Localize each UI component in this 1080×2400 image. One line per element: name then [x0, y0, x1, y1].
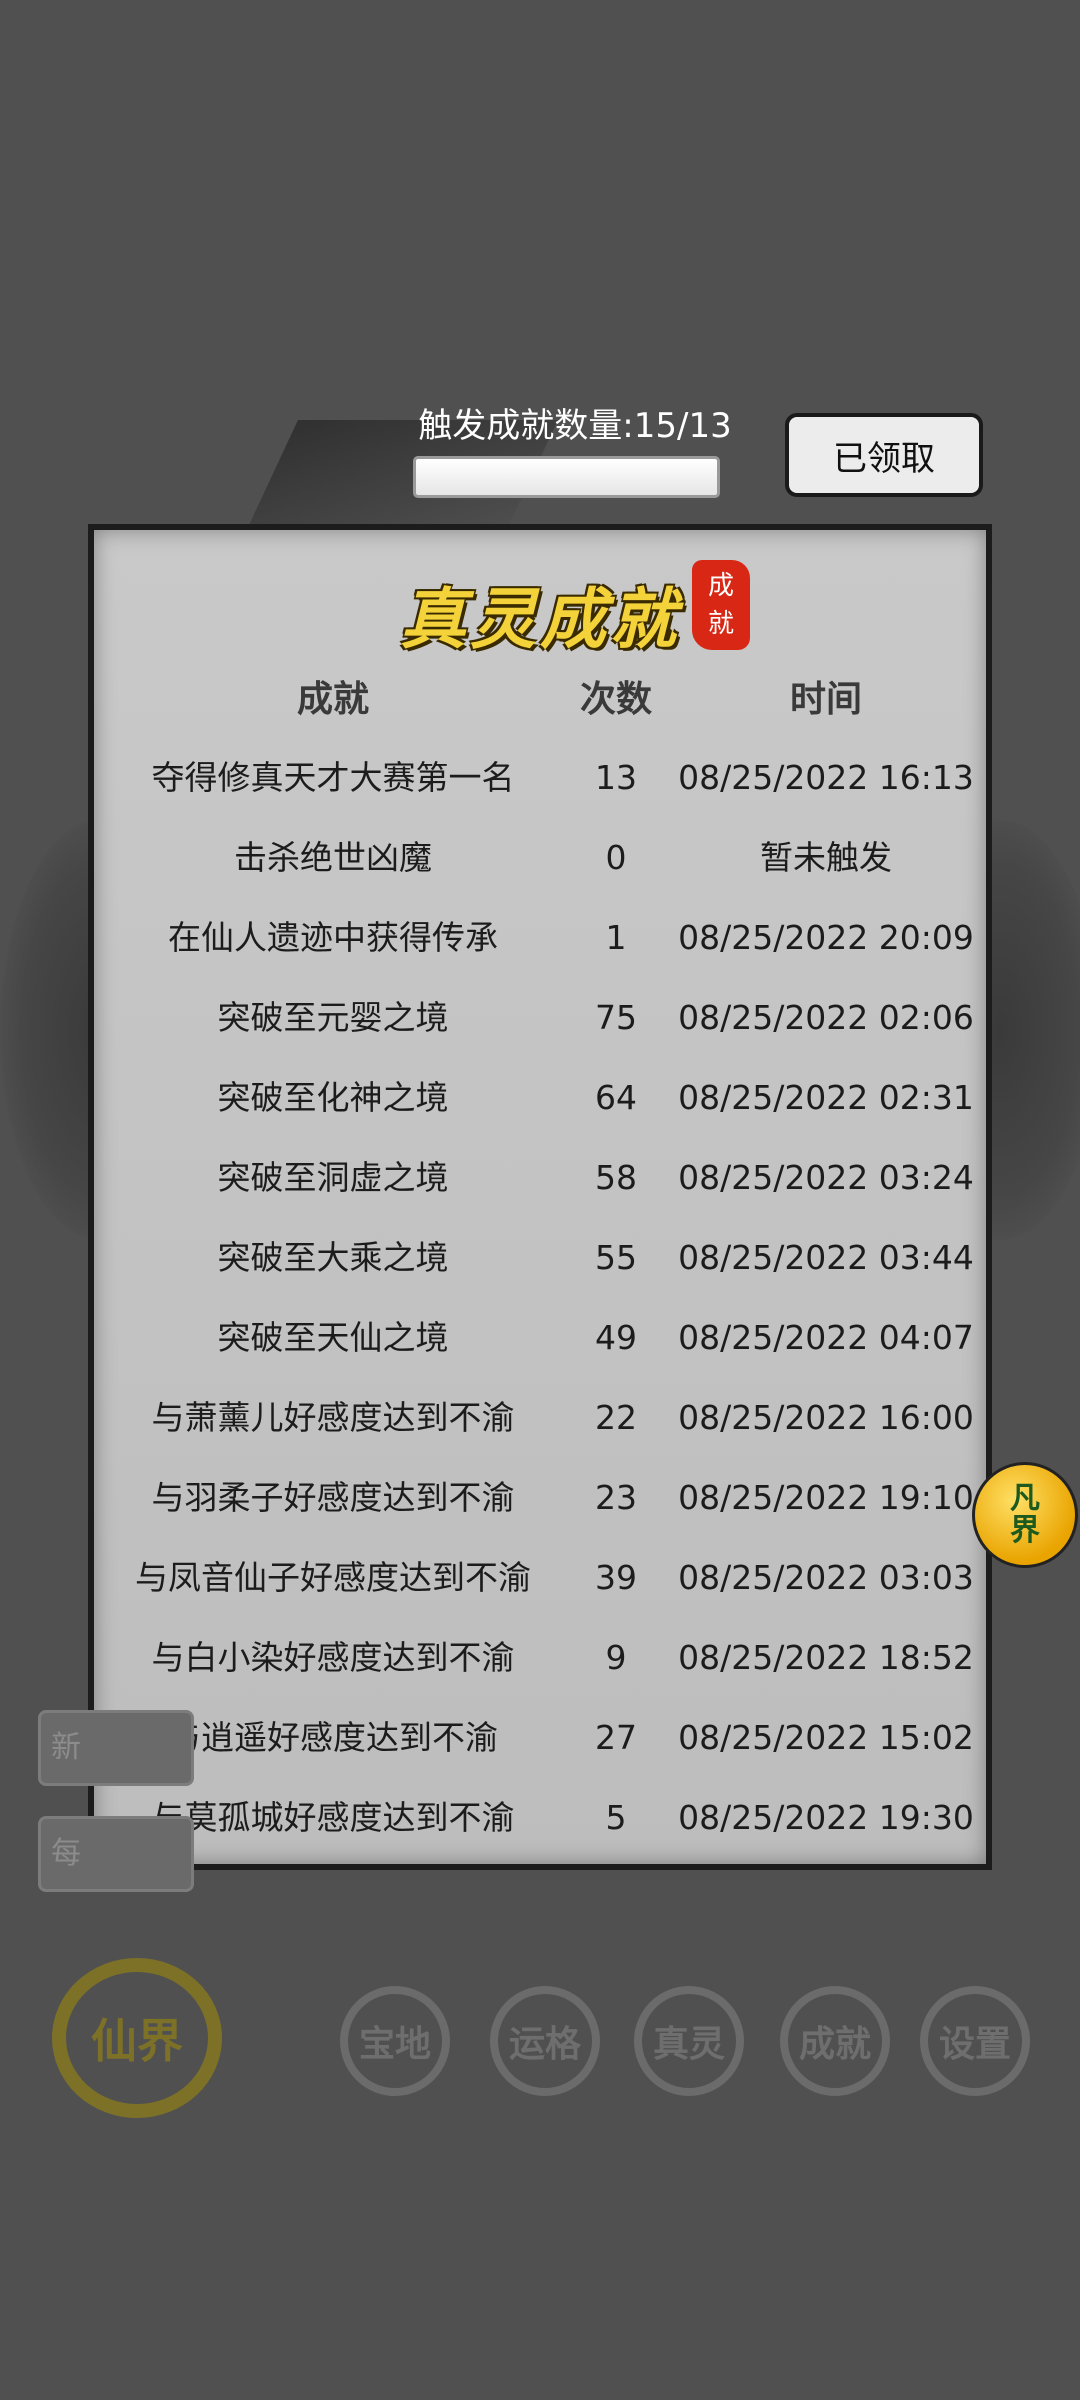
table-row: 击杀绝世凶魔 0 暂未触发 [94, 818, 986, 898]
table-row: 在仙人遗迹中获得传承 1 08/25/2022 20:09 [94, 898, 986, 978]
mortal-realm-button[interactable]: 凡 界 [972, 1462, 1078, 1568]
side-button-daily[interactable]: 每 [38, 1816, 194, 1892]
achievement-time: 08/25/2022 03:44 [678, 1238, 974, 1277]
table-row: 突破至元婴之境 75 08/25/2022 02:06 [94, 978, 986, 1058]
achievement-count: 58 [595, 1158, 637, 1197]
mortal-realm-char-1: 凡 [1010, 1481, 1040, 1516]
achievement-panel: 真灵成就 成 就 成就 次数 时间 夺得修真天才大赛第一名 13 08/25/202… [88, 524, 992, 1870]
achievement-time: 08/25/2022 19:30 [678, 1798, 974, 1837]
table-row: 与羽柔子好感度达到不渝 23 08/25/2022 19:10 [94, 1458, 986, 1538]
achievement-name: 突破至元婴之境 [217, 998, 449, 1037]
achievement-name: 在仙人遗迹中获得传承 [168, 918, 498, 957]
achievement-name: 突破至洞虚之境 [217, 1158, 449, 1197]
achievement-name: 夺得修真天才大赛第一名 [151, 758, 515, 797]
achievement-count: 23 [595, 1478, 637, 1517]
nav-true-spirit[interactable]: 真灵 [634, 1986, 744, 2096]
achievement-count: 39 [595, 1558, 637, 1597]
achievement-time: 08/25/2022 02:06 [678, 998, 974, 1037]
achievement-time: 08/25/2022 20:09 [678, 918, 974, 957]
header-time: 时间 [789, 678, 862, 720]
achievement-count: 9 [605, 1638, 627, 1677]
achievement-name: 突破至大乘之境 [217, 1238, 449, 1277]
nav-settings[interactable]: 设置 [920, 1986, 1030, 2096]
achievement-count: 0 [605, 838, 627, 877]
achievement-time: 08/25/2022 19:10 [678, 1478, 974, 1517]
achievement-time: 08/25/2022 04:07 [678, 1318, 974, 1357]
achievement-count: 22 [595, 1398, 637, 1437]
achievement-count: 5 [605, 1798, 627, 1837]
achievement-name: 突破至天仙之境 [217, 1318, 449, 1357]
achievement-count: 1 [605, 918, 627, 957]
mortal-realm-char-2: 界 [1010, 1513, 1040, 1548]
achievement-count: 55 [595, 1238, 637, 1277]
achievement-name: 与凤音仙子好感度达到不渝 [135, 1558, 531, 1597]
side-button-new[interactable]: 新 [38, 1710, 194, 1786]
achievement-count: 49 [595, 1318, 637, 1357]
nav-fortune[interactable]: 运格 [490, 1986, 600, 2096]
table-header: 成就 次数 时间 [94, 670, 986, 730]
table-row: 与萧薰儿好感度达到不渝 22 08/25/2022 16:00 [94, 1378, 986, 1458]
nav-immortal-realm[interactable]: 仙界 [52, 1958, 222, 2118]
achievement-count: 27 [595, 1718, 637, 1757]
achievement-progress-bar [413, 456, 720, 498]
table-row: 夺得修真天才大赛第一名 13 08/25/2022 16:13 [94, 738, 986, 818]
achievement-time: 暂未触发 [760, 838, 892, 877]
seal-stamp: 成 就 [692, 560, 750, 650]
table-row: 与白小染好感度达到不渝 9 08/25/2022 18:52 [94, 1618, 986, 1698]
achievement-name: 与羽柔子好感度达到不渝 [151, 1478, 515, 1517]
header-name: 成就 [296, 678, 369, 720]
achievement-progress-fill [416, 459, 717, 495]
header-count: 次数 [579, 678, 652, 720]
table-row: 突破至大乘之境 55 08/25/2022 03:44 [94, 1218, 986, 1298]
table-row: 突破至化神之境 64 08/25/2022 02:31 [94, 1058, 986, 1138]
seal-char-2: 就 [707, 609, 734, 639]
table-row: 突破至洞虚之境 58 08/25/2022 03:24 [94, 1138, 986, 1218]
panel-title: 真灵成就 [400, 580, 680, 658]
achievement-count: 64 [595, 1078, 637, 1117]
achievement-time: 08/25/2022 18:52 [678, 1638, 974, 1677]
achievement-name: 击杀绝世凶魔 [234, 838, 432, 877]
achievement-name: 与白小染好感度达到不渝 [151, 1638, 515, 1677]
achievement-name: 与萧薰儿好感度达到不渝 [151, 1398, 515, 1437]
table-row: 与莫孤城好感度达到不渝 5 08/25/2022 19:30 [94, 1778, 986, 1858]
achievement-time: 08/25/2022 15:02 [678, 1718, 974, 1757]
table-row: 与逍遥好感度达到不渝 27 08/25/2022 15:02 [94, 1698, 986, 1778]
achievement-time: 08/25/2022 16:13 [678, 758, 974, 797]
achievement-name: 突破至化神之境 [217, 1078, 449, 1117]
achievement-count: 75 [595, 998, 637, 1037]
table-row: 突破至天仙之境 49 08/25/2022 04:07 [94, 1298, 986, 1378]
achievement-time: 08/25/2022 02:31 [678, 1078, 974, 1117]
achievement-time: 08/25/2022 16:00 [678, 1398, 974, 1437]
achievement-time: 08/25/2022 03:03 [678, 1558, 974, 1597]
achievement-list[interactable]: 夺得修真天才大赛第一名 13 08/25/2022 16:13 击杀绝世凶魔 0 暂未触发… [94, 738, 986, 1858]
table-row: 与凤音仙子好感度达到不渝 39 08/25/2022 03:03 [94, 1538, 986, 1618]
achievement-count: 13 [595, 758, 637, 797]
nav-treasure-land[interactable]: 宝地 [340, 1986, 450, 2096]
achievement-time: 08/25/2022 03:24 [678, 1158, 974, 1197]
seal-char-1: 成 [707, 571, 734, 601]
nav-achievements[interactable]: 成就 [780, 1986, 890, 2096]
achievement-counter-label: 触发成就数量:15/13 [418, 406, 732, 446]
claimed-button[interactable]: 已领取 [785, 413, 983, 497]
